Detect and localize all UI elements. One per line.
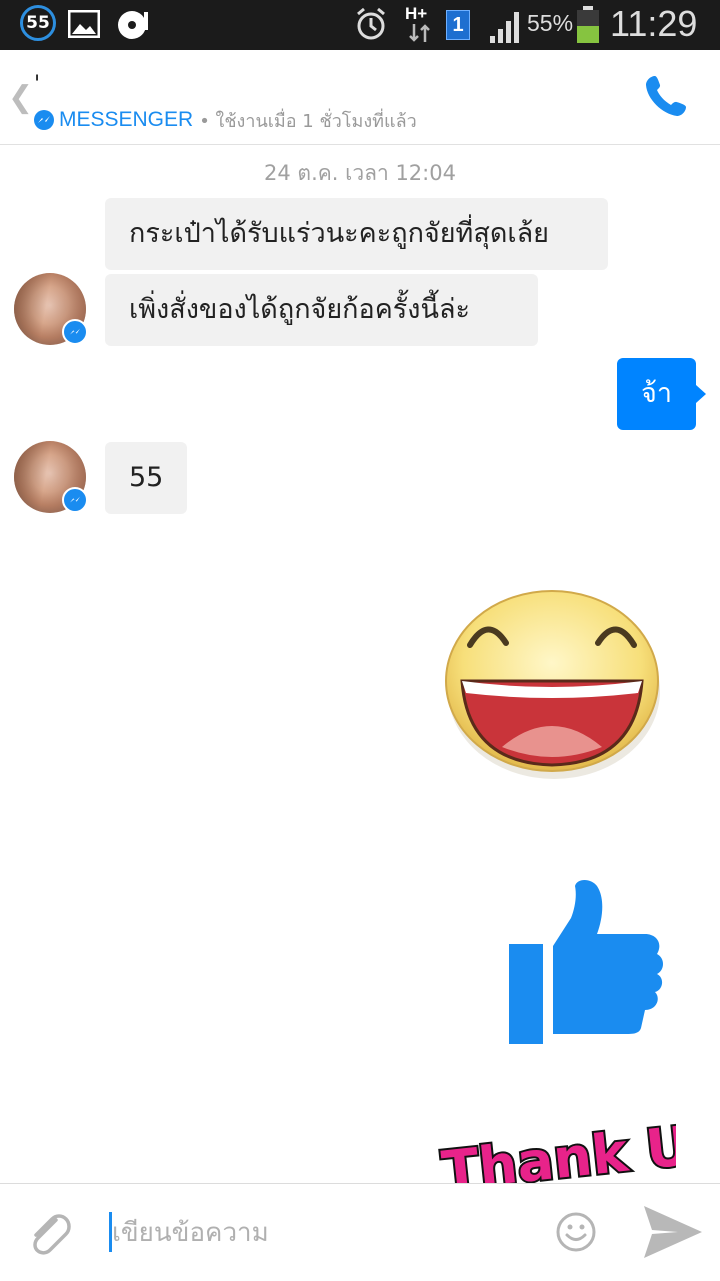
clock: 11:29 xyxy=(610,3,698,44)
music-disc-icon xyxy=(118,11,148,39)
battery-icon xyxy=(577,6,599,43)
composer-bar xyxy=(0,1183,720,1281)
avatar[interactable] xyxy=(14,273,88,345)
network-type: H+ xyxy=(405,4,428,23)
chevron-left-icon[interactable]: ❮ xyxy=(8,80,33,115)
incoming-message[interactable]: กระเป๋าได้รับแร่วนะคะถูกจัยที่สุดเล้ย xyxy=(105,198,608,270)
last-active-text: • ใช้งานเมื่อ 1 ชั่วโมงที่แล้ว xyxy=(199,110,417,132)
thank-u-sticker[interactable]: Thank U xyxy=(436,1122,676,1184)
signal-icon xyxy=(490,12,519,43)
avatar[interactable] xyxy=(14,441,88,513)
status-bar: 55 H+ 1 55% 11:29 xyxy=(0,0,720,50)
laughing-face-sticker[interactable] xyxy=(440,585,670,785)
messenger-badge-icon xyxy=(62,319,88,345)
message-timestamp: 24 ต.ค. เวลา 12:04 xyxy=(264,161,456,185)
incoming-message[interactable]: เพิ่งสั่งของได้ถูกจัยก้อครั้งนี้ล่ะ xyxy=(105,274,538,346)
paperclip-icon[interactable] xyxy=(26,1210,72,1256)
outgoing-message[interactable]: จ้า xyxy=(617,358,706,430)
smiley-icon[interactable] xyxy=(555,1211,597,1253)
notification-count-icon: 55 xyxy=(20,5,56,41)
alarm-icon xyxy=(357,7,385,40)
messenger-icon xyxy=(34,110,54,130)
sim-indicator: 1 xyxy=(446,10,470,40)
phone-icon[interactable] xyxy=(642,72,690,120)
thumbs-up-sticker[interactable] xyxy=(505,878,667,1048)
gallery-icon xyxy=(68,10,100,38)
data-arrows-icon xyxy=(409,24,430,42)
conversation-header: ❮ ' MESSENGER • ใช้งานเมื่อ 1 ชั่วโมงที่… xyxy=(0,50,720,145)
contact-status-line: MESSENGER • ใช้งานเมื่อ 1 ชั่วโมงที่แล้ว xyxy=(34,106,417,134)
messenger-label: MESSENGER xyxy=(59,108,194,131)
messenger-badge-icon xyxy=(62,487,88,513)
thank-u-sticker-text: Thank U xyxy=(439,1122,676,1184)
contact-name: ' xyxy=(34,72,41,97)
battery-percent: 55% xyxy=(527,10,574,36)
send-icon[interactable] xyxy=(642,1204,704,1260)
message-input[interactable] xyxy=(110,1212,534,1254)
incoming-message[interactable]: 55 xyxy=(105,442,188,514)
